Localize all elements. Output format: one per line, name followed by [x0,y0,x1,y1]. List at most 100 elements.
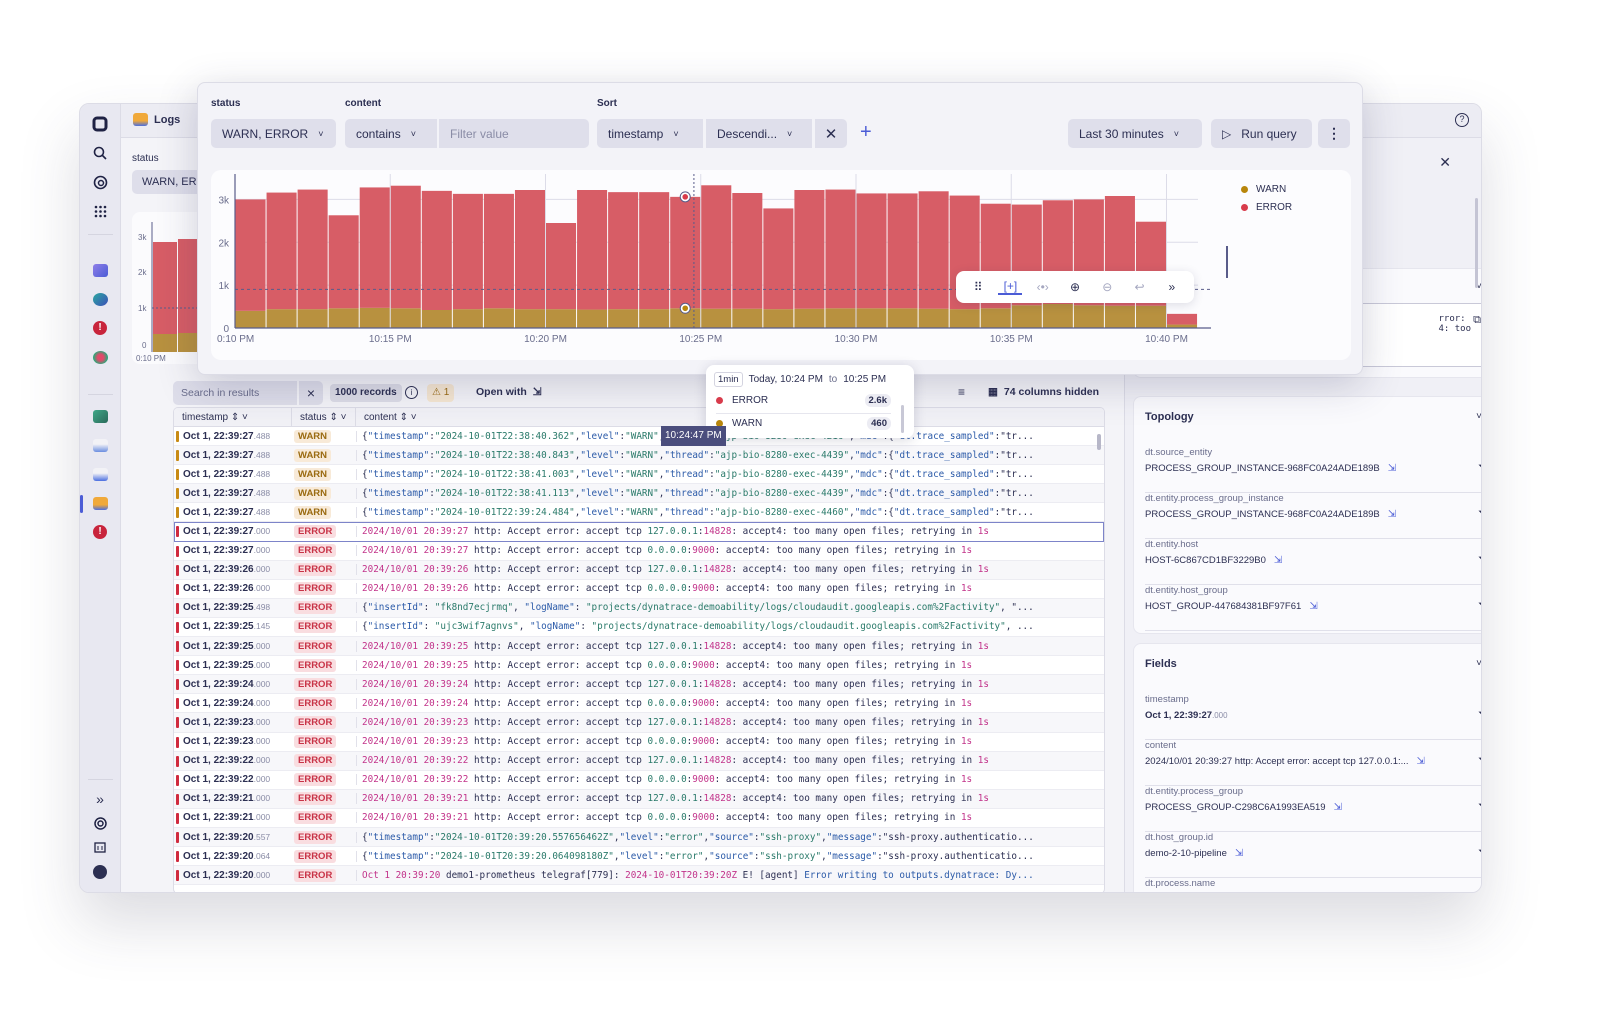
filter-icon[interactable]: ⏷ [1478,507,1481,520]
zoom-out-icon[interactable]: ⊖ [1095,280,1119,294]
table-scrollbar[interactable] [1097,434,1101,450]
open-with-button[interactable]: Open with ⇲ [476,386,542,398]
user-icon[interactable] [90,862,110,882]
dynatrace-logo-icon[interactable] [90,114,110,134]
table-row[interactable]: Oct 1, 22:39:20.064 ERROR {"timestamp":"20… [174,847,1104,867]
reset-icon[interactable]: ↩ [1128,280,1152,294]
table-row[interactable]: Oct 1, 22:39:24.000 ERROR 2024/10/01 20:39… [174,694,1104,714]
run-query-button[interactable]: ▷ Run query [1211,119,1312,148]
more-options-button[interactable]: ⋮ [1318,119,1350,148]
column-header-status[interactable]: status ⇕ ˅ [292,408,356,426]
problems-icon[interactable]: ! [90,318,110,338]
ai-assistant-icon[interactable] [90,172,110,192]
clear-search-button[interactable]: × [299,381,323,405]
columns-hidden-button[interactable]: ▦ 74 columns hidden [988,386,1099,398]
line-wrap-icon[interactable]: ≡ [958,385,965,399]
open-entity-icon[interactable]: ⇲ [1309,601,1317,612]
notebooks-icon[interactable] [90,435,110,455]
open-entity-icon[interactable]: ⇲ [1417,756,1425,767]
legend-item-warn[interactable]: WARN [1241,180,1292,198]
details-scrollbar[interactable] [1475,198,1478,288]
help-icon[interactable]: ? [1455,113,1469,127]
services-icon[interactable] [90,347,110,367]
table-row[interactable]: Oct 1, 22:39:27.488 WARN {"timestamp":"202… [174,484,1104,504]
dashboards-icon[interactable] [90,406,110,426]
open-entity-icon[interactable]: ⇲ [1334,802,1342,813]
table-row[interactable]: Oct 1, 22:39:21.000 ERROR 2024/10/01 20:39… [174,809,1104,828]
table-row[interactable]: Oct 1, 22:39:23.000 ERROR 2024/10/01 20:39… [174,713,1104,733]
table-row[interactable]: Oct 1, 22:39:27.488 WARN {"timestamp":"202… [174,446,1104,466]
bar-error [701,185,732,309]
zoom-in-icon[interactable]: ⊕ [1063,280,1087,294]
table-row[interactable]: Oct 1, 22:39:24.000 ERROR 2024/10/01 20:39… [174,675,1104,695]
table-row[interactable]: Oct 1, 22:39:20.557 ERROR {"timestamp":"20… [174,827,1104,848]
support-icon[interactable] [90,813,110,833]
cell-content: {"insertId": "ujc3wif7agnvs", "logName":… [356,621,1104,633]
table-row[interactable]: Oct 1, 22:39:20.000 ERROR Oct 1 20:39:20 d… [174,866,1104,886]
table-row[interactable]: Oct 1, 22:39:25.000 ERROR 2024/10/01 20:39… [174,656,1104,676]
table-row[interactable]: Oct 1, 22:39:27.488 WARN {"timestamp":"202… [174,465,1104,485]
bar-warn [421,310,452,328]
table-row[interactable]: Oct 1, 22:39:27.000 ERROR 2024/10/01 20:39… [174,522,1104,542]
tooltip-scrollbar[interactable] [901,405,904,433]
timeframe-select[interactable]: Last 30 minutes ˅ [1068,119,1202,148]
table-row[interactable]: Oct 1, 22:39:25.145 ERROR {"insertId": "uj… [174,618,1104,638]
apps-grid-icon[interactable] [90,201,110,221]
select-zoom-icon[interactable]: [+] [998,279,1023,295]
legend-resize-handle[interactable] [1226,246,1228,278]
cell-status: ERROR [292,792,356,806]
table-row[interactable]: Oct 1, 22:39:21.000 ERROR 2024/10/01 20:39… [174,789,1104,809]
info-icon[interactable]: i [405,386,418,399]
filter-icon[interactable]: ⏷ [1478,461,1481,474]
workflows-icon[interactable] [90,464,110,484]
filter-icon[interactable]: ⏷ [1478,553,1481,566]
warnings-badge[interactable]: ⚠ 1 [427,384,455,402]
expand-icon[interactable]: » [1160,280,1184,294]
severity-indicator [176,431,179,442]
copy-icon[interactable]: ⧉ [1473,314,1481,327]
kubernetes-icon[interactable] [90,289,110,309]
topology-title: Topology [1145,411,1194,423]
sort-order-select[interactable]: Descendi... ˅ [706,119,812,148]
remove-sort-button[interactable]: ✕ [815,119,847,148]
table-row[interactable]: Oct 1, 22:39:26.000 ERROR 2024/10/01 20:39… [174,580,1104,599]
table-row[interactable]: Oct 1, 22:39:27.488 WARN {"timestamp":"202… [174,427,1104,447]
close-details-button[interactable]: ✕ [1439,154,1451,171]
open-entity-icon[interactable]: ⇲ [1388,463,1396,474]
search-icon[interactable] [90,143,110,163]
column-header-content[interactable]: content ⇕ ˅ [356,408,417,426]
open-entity-icon[interactable]: ⇲ [1235,848,1243,859]
open-entity-icon[interactable]: ⇲ [1274,555,1282,566]
table-row[interactable]: Oct 1, 22:39:23.000 ERROR 2024/10/01 20:39… [174,733,1104,752]
status-filter-select[interactable]: WARN, ERROR ˅ [211,119,336,148]
expand-sidebar-icon[interactable]: » [90,789,110,809]
collapse-chevron-icon[interactable]: ˅ [1476,658,1481,669]
table-row[interactable]: Oct 1, 22:39:27.000 ERROR 2024/10/01 20:39… [174,542,1104,561]
problems-new-icon[interactable]: ! [90,522,110,542]
legend-item-error[interactable]: ERROR [1241,198,1292,216]
table-row[interactable]: Oct 1, 22:39:22.000 ERROR 2024/10/01 20:39… [174,751,1104,771]
open-entity-icon[interactable]: ⇲ [1388,509,1396,520]
table-row[interactable]: Oct 1, 22:39:26.000 ERROR 2024/10/01 20:39… [174,560,1104,580]
filter-icon[interactable]: ⏷ [1478,800,1481,813]
content-filter-input[interactable]: Filter value [439,119,589,148]
content-operator-select[interactable]: contains ˅ [345,119,437,148]
logs-icon[interactable] [90,493,110,513]
table-row[interactable]: Oct 1, 22:39:27.488 WARN {"timestamp":"202… [174,503,1104,523]
collapse-chevron-icon[interactable]: ˅ [1476,411,1481,422]
search-results-input[interactable]: Search in results [173,381,297,405]
infrastructure-icon[interactable] [90,260,110,280]
whats-new-icon[interactable] [90,837,110,857]
table-row[interactable]: Oct 1, 22:39:25.000 ERROR 2024/10/01 20:39… [174,637,1104,657]
pan-icon[interactable]: ‹•› [1031,280,1055,294]
column-header-timestamp[interactable]: timestamp ⇕ ˅ [174,408,292,426]
filter-icon[interactable]: ⏷ [1478,708,1481,721]
drag-handle-icon[interactable]: ⠿ [966,280,990,294]
sort-field-select[interactable]: timestamp ˅ [597,119,703,148]
filter-icon[interactable]: ⏷ [1478,754,1481,767]
filter-icon[interactable]: ⏷ [1478,846,1481,859]
filter-icon[interactable]: ⏷ [1478,599,1481,612]
table-row[interactable]: Oct 1, 22:39:25.498 ERROR {"insertId": "fk… [174,598,1104,618]
add-sort-button[interactable]: + [860,121,872,144]
table-row[interactable]: Oct 1, 22:39:22.000 ERROR 2024/10/01 20:39… [174,771,1104,790]
